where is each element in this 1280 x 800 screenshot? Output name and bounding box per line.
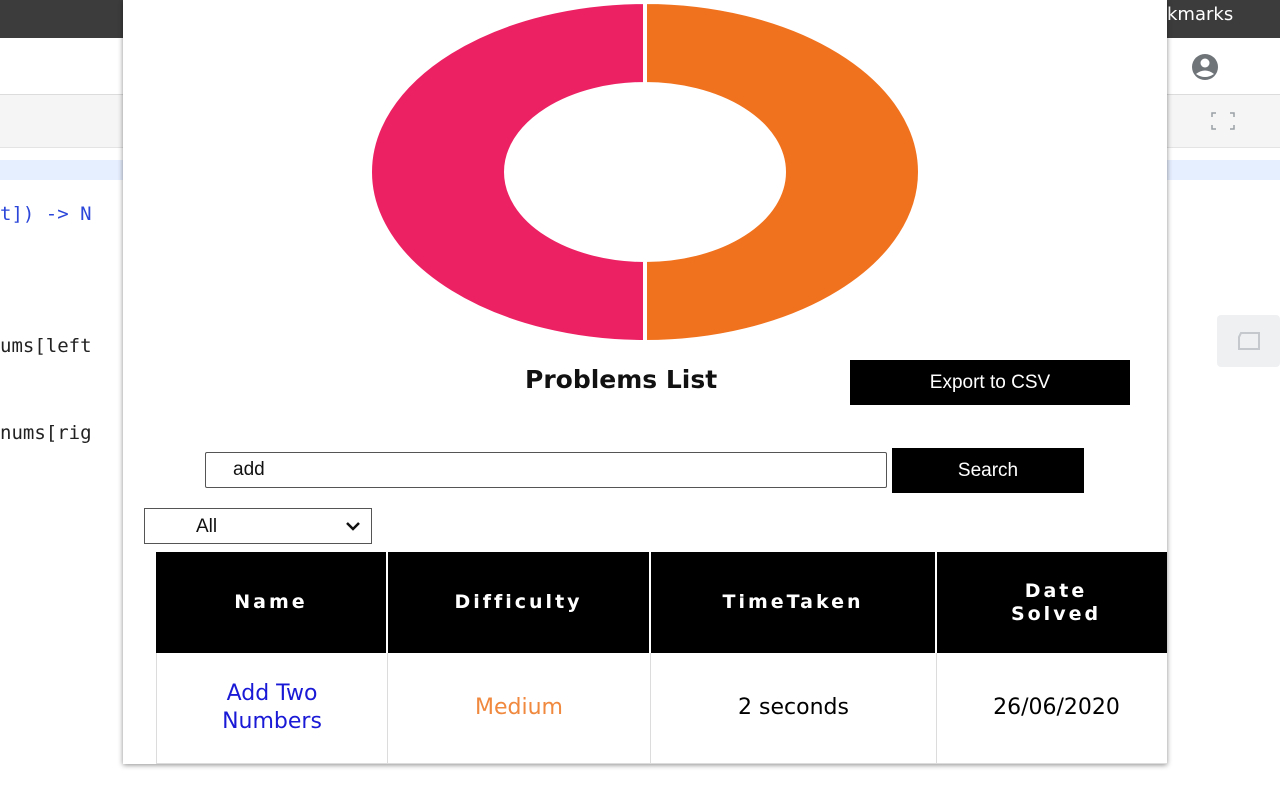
difficulty-value: Medium xyxy=(475,695,563,720)
code-line-signature: t]) -> N xyxy=(0,203,92,225)
difficulty-filter-select[interactable]: All xyxy=(144,508,372,544)
side-panel-button[interactable] xyxy=(1217,315,1280,367)
table-cell-date: 26/06/2020 xyxy=(937,653,1167,764)
donut-slice-1[interactable] xyxy=(643,0,922,345)
table-row: Add Two Numbers xyxy=(156,653,388,764)
problem-name-link[interactable]: Add Two Numbers xyxy=(222,680,322,736)
chevron-down-icon xyxy=(346,522,360,531)
fullscreen-icon[interactable] xyxy=(1210,111,1236,131)
table-header-difficulty[interactable]: Difficulty xyxy=(388,552,651,653)
table-cell-timetaken: 2 seconds xyxy=(651,653,937,764)
problems-list-title: Problems List xyxy=(525,365,718,394)
date-solved-value: 26/06/2020 xyxy=(993,695,1120,720)
export-csv-button[interactable]: Export to CSV xyxy=(850,360,1130,405)
difficulty-donut-chart xyxy=(369,0,922,345)
table-header-timetaken[interactable]: TimeTaken xyxy=(651,552,937,653)
extension-popup: Problems List Export to CSV Search All N… xyxy=(123,0,1167,764)
table-header-name[interactable]: Name xyxy=(156,552,388,653)
table-header-date-solved[interactable]: Date Solved xyxy=(937,552,1167,653)
code-line-right: nums[rig xyxy=(0,422,92,444)
bookmarks-label[interactable]: kmarks xyxy=(1167,4,1233,25)
code-line-left: ums[left xyxy=(0,335,92,357)
time-taken-value: 2 seconds xyxy=(738,695,849,720)
donut-slice-0[interactable] xyxy=(369,0,647,345)
table-cell-difficulty: Medium xyxy=(388,653,651,764)
search-button[interactable]: Search xyxy=(892,448,1084,493)
search-input[interactable] xyxy=(205,452,887,488)
filter-selected-value: All xyxy=(196,516,218,537)
account-circle-icon[interactable] xyxy=(1186,53,1224,81)
panel-icon xyxy=(1238,332,1260,350)
